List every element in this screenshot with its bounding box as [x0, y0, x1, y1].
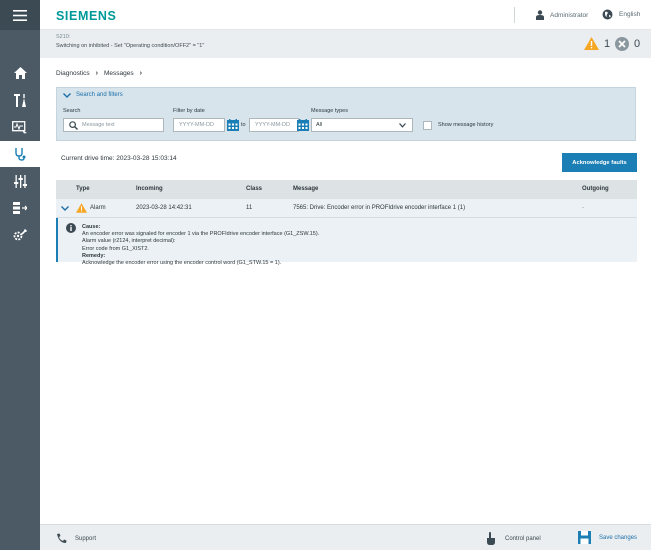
date-from-placeholder: YYYY-MM-DD [179, 122, 214, 128]
header-divider [514, 7, 515, 23]
search-placeholder: Message text [82, 122, 115, 128]
cause-line: Error code from G1_XIST2. [82, 245, 149, 252]
control-panel-label: Control panel [505, 535, 541, 542]
chevron-right-icon: › [139, 70, 142, 77]
remedy-title: Remedy: [82, 252, 106, 259]
remedy-line: Acknowledge the encoder error using the … [82, 260, 282, 267]
filters-toggle[interactable]: Search and filters [63, 92, 123, 98]
user-menu[interactable]: Administrator [536, 10, 588, 20]
message-types-select[interactable]: All [311, 118, 413, 132]
stethoscope-icon [15, 148, 26, 161]
chevron-down-icon [63, 92, 71, 98]
row-type: Alarm [90, 205, 106, 211]
calendar-icon[interactable] [297, 119, 309, 131]
sidebar-item-backup[interactable] [0, 195, 40, 221]
column-outgoing[interactable]: Outgoing [582, 186, 609, 192]
date-from-input[interactable]: YYYY-MM-DD [173, 118, 225, 132]
breadcrumb-diagnostics[interactable]: Diagnostics [56, 70, 90, 77]
row-message: 7565: Drive: Encoder error in PROFIdrive… [293, 205, 466, 211]
column-message[interactable]: Message [293, 186, 318, 192]
phone-icon [57, 533, 67, 543]
save-label: Save changes [599, 534, 638, 541]
sidebar [0, 0, 40, 550]
warning-icon [76, 203, 87, 213]
row-incoming: 2023-03-28 14:42:31 [136, 205, 192, 211]
detail-text: Cause: An encoder error was signaled for… [82, 224, 319, 267]
alarm-counter[interactable]: 1 [584, 37, 610, 50]
sidebar-item-home[interactable] [0, 60, 40, 86]
search-input[interactable]: Message text [63, 118, 164, 132]
history-checkbox[interactable] [423, 121, 432, 130]
hamburger-icon [13, 9, 27, 21]
date-to-label: to [241, 122, 246, 128]
support-link[interactable]: Support [56, 533, 96, 544]
sliders-icon [13, 174, 27, 188]
warning-icon [584, 37, 599, 50]
chevron-right-icon: › [95, 70, 98, 77]
breadcrumb: Diagnostics › Messages › [56, 70, 142, 77]
table-header: Type Incoming Class Message Outgoing [56, 180, 637, 199]
language-menu[interactable]: English [602, 9, 640, 20]
support-label: Support [75, 535, 97, 542]
siemens-logo: SIEMENS [56, 9, 117, 23]
user-icon [536, 10, 544, 20]
storage-icon [13, 202, 27, 214]
date-filter-label: Filter by date [173, 108, 205, 114]
column-type[interactable]: Type [76, 186, 90, 192]
filters-toggle-label: Search and filters [76, 92, 123, 98]
filter-panel: Search and filters Search Message text F… [56, 87, 636, 141]
date-to-placeholder: YYYY-MM-DD [255, 122, 290, 128]
footer: Support Control panel Save changes [40, 524, 651, 550]
search-icon [69, 121, 78, 130]
user-name: Administrator [550, 11, 589, 19]
status-code: S210: [56, 34, 71, 40]
column-class[interactable]: Class [246, 186, 262, 192]
sidebar-item-parameters[interactable] [0, 168, 40, 194]
sidebar-item-commissioning[interactable] [0, 87, 40, 113]
tools-icon [13, 93, 26, 107]
table-row[interactable]: Alarm 2023-03-28 14:42:31 11 7565: Drive… [56, 199, 637, 218]
message-types-value: All [316, 122, 323, 128]
top-header: SIEMENS Administrator English [40, 0, 651, 30]
alarm-count: 1 [604, 37, 611, 50]
calendar-icon[interactable] [227, 119, 239, 131]
cause-line: Alarm value (r2124, interpret decimal): [82, 238, 176, 245]
hand-pointer-icon [487, 532, 495, 545]
search-label: Search [63, 108, 81, 114]
cause-line: An encoder error was signaled for encode… [82, 231, 320, 238]
monitor-icon [12, 120, 27, 133]
message-detail: Cause: An encoder error was signaled for… [56, 218, 637, 266]
control-panel-button[interactable]: Control panel [486, 532, 541, 545]
home-icon [13, 67, 27, 79]
message-types-label: Message types [311, 108, 348, 114]
drive-time: Current drive time: 2023-03-28 15:03:14 [61, 155, 177, 162]
fault-counter[interactable]: 0 [615, 37, 640, 51]
date-to-input[interactable]: YYYY-MM-DD [249, 118, 299, 132]
sidebar-item-diagnostics[interactable] [0, 141, 40, 167]
cause-title: Cause: [82, 224, 101, 230]
settings-wrench-icon [13, 228, 27, 240]
sidebar-item-system[interactable] [0, 222, 40, 248]
sidebar-item-monitor[interactable] [0, 114, 40, 140]
row-outgoing: - [582, 205, 584, 211]
globe-icon [602, 9, 613, 20]
breadcrumb-messages[interactable]: Messages [104, 70, 134, 77]
fault-icon [615, 37, 629, 51]
menu-button[interactable] [0, 0, 40, 30]
info-icon [66, 223, 76, 233]
history-label: Show message history [438, 122, 494, 128]
column-incoming[interactable]: Incoming [136, 186, 163, 192]
acknowledge-faults-button[interactable]: Acknowledge faults [562, 153, 637, 172]
chevron-down-icon[interactable] [61, 206, 69, 211]
save-icon [578, 531, 591, 544]
chevron-down-icon [399, 123, 406, 128]
row-class: 11 [246, 205, 253, 211]
save-changes-button[interactable]: Save changes [578, 531, 637, 544]
fault-count: 0 [634, 38, 641, 50]
language-label: English [619, 11, 641, 18]
status-text: Switching on inhibited - Set "Operating … [56, 43, 205, 49]
status-bar: S210: Switching on inhibited - Set "Oper… [40, 30, 651, 58]
messages-table: Type Incoming Class Message Outgoing Ala… [56, 180, 637, 266]
